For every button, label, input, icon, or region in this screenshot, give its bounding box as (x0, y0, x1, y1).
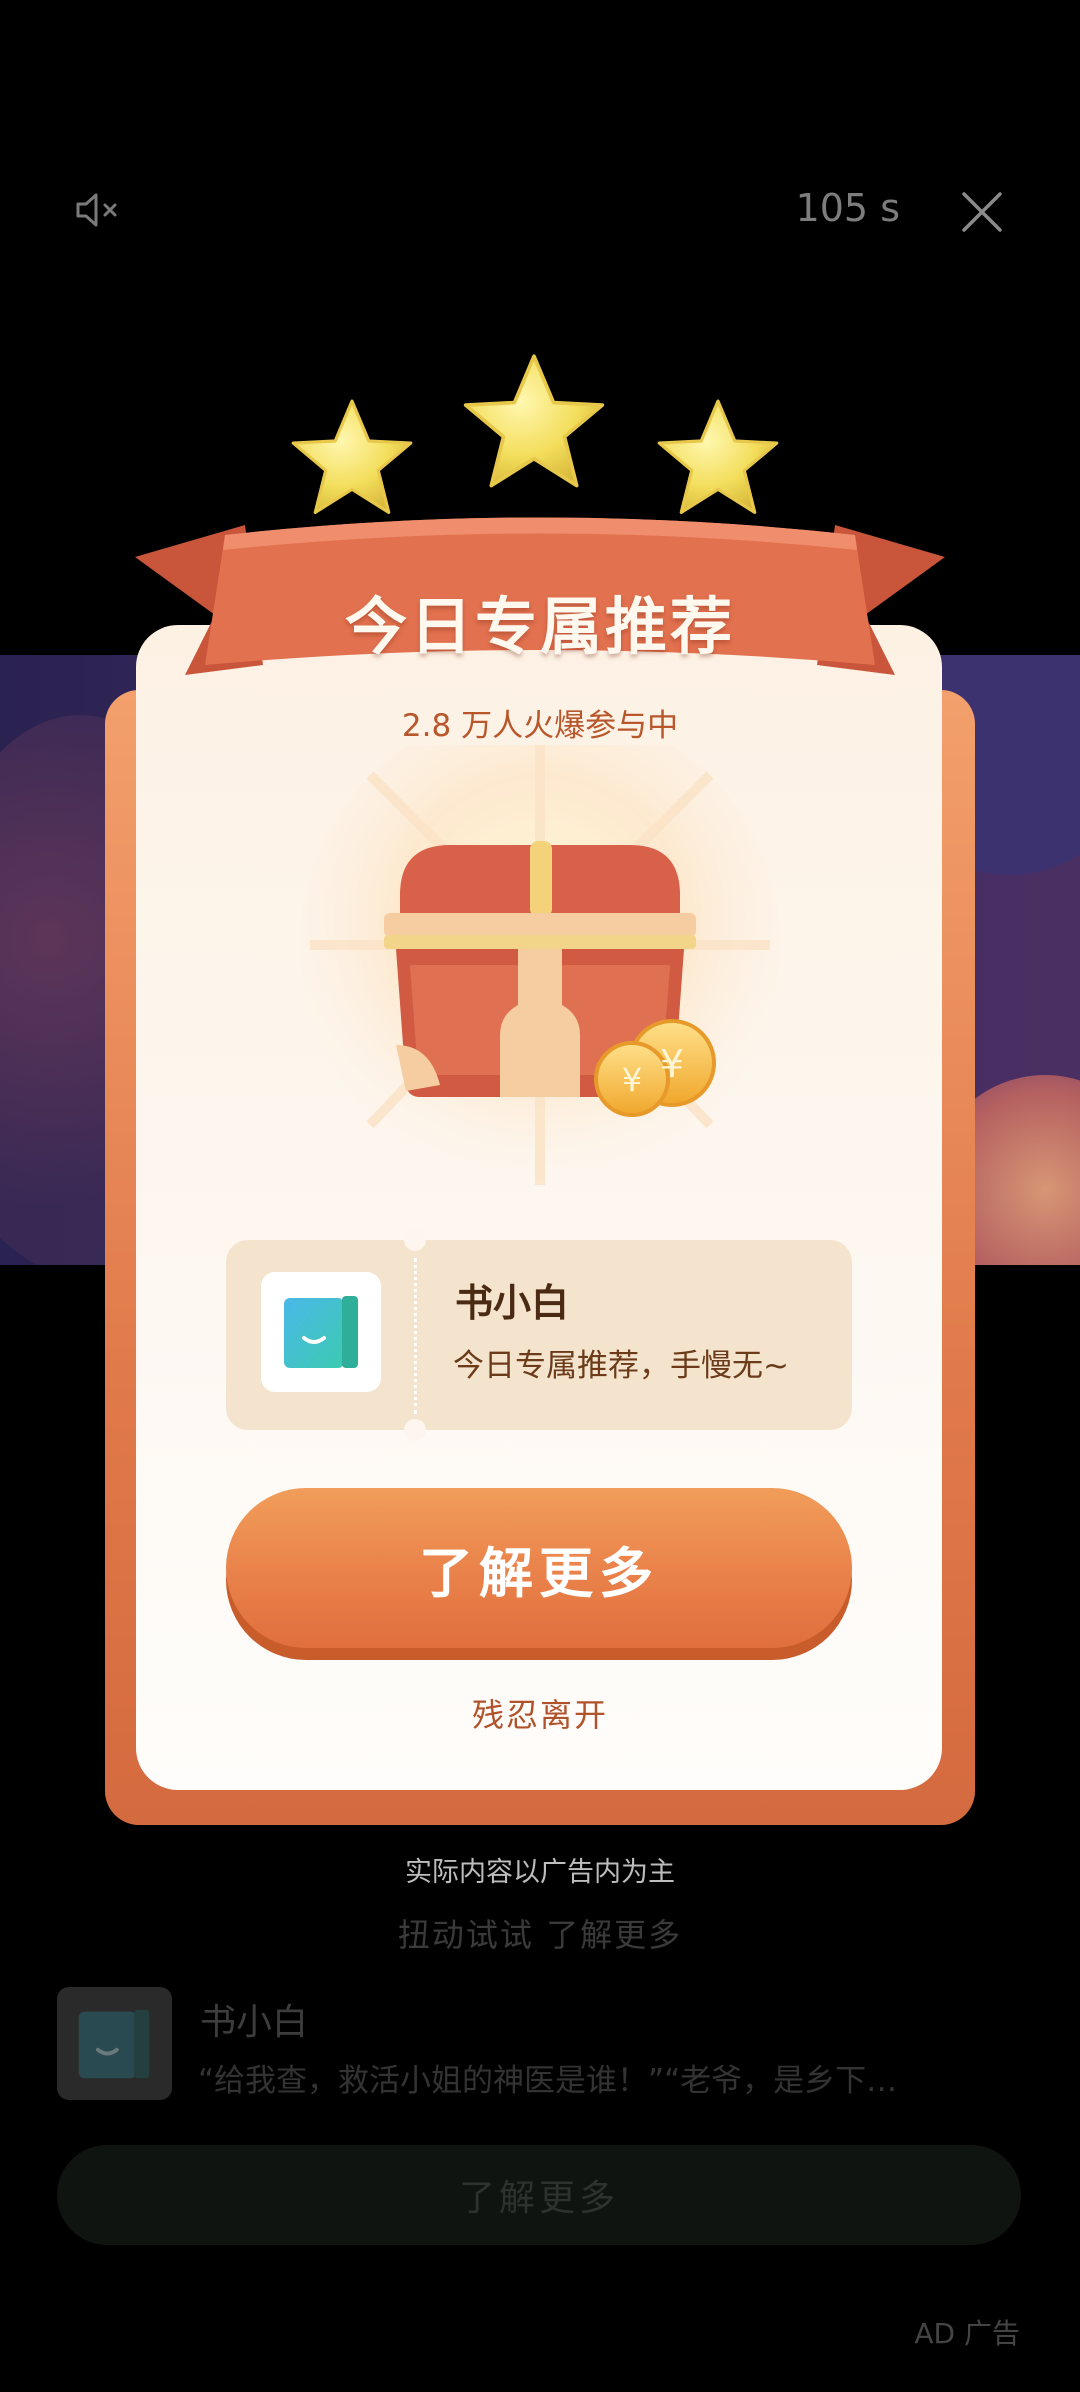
participants-subtitle: 2.8 万人火爆参与中 (401, 708, 679, 744)
stars-decoration (291, 354, 779, 514)
book-app-icon (284, 1296, 358, 1368)
ticket-notch (404, 1419, 426, 1441)
ribbon-title: 今日专属推荐 (344, 590, 735, 663)
ticket-divider (414, 1258, 417, 1414)
close-icon[interactable] (960, 190, 1004, 234)
book-app-icon (78, 2009, 150, 2079)
treasure-chest-icon: ¥ ¥ (300, 745, 780, 1185)
star-icon (291, 399, 413, 514)
star-icon (657, 399, 779, 514)
shake-hint: 扭动试试 了解更多 (397, 1916, 683, 1954)
ad-label: AD 广告 (914, 2317, 1020, 2350)
ticket-notch (404, 1229, 426, 1251)
leave-button[interactable]: 残忍离开 (380, 1690, 700, 1736)
speaker-muted-icon[interactable] (74, 190, 124, 230)
svg-text:¥: ¥ (622, 1061, 642, 1099)
star-icon (463, 354, 605, 488)
ad-disclaimer: 实际内容以广告内为主 (405, 1857, 675, 1888)
ad-learn-more-button[interactable]: 了解更多 (57, 2145, 1021, 2245)
learn-more-button[interactable]: 了解更多 (226, 1488, 852, 1648)
countdown-timer: 105 s (795, 186, 900, 230)
app-name: 书小白 (455, 1281, 570, 1325)
svg-text:¥: ¥ (660, 1042, 684, 1086)
ad-description: “给我查，救活小姐的神医是谁！”“老爷，是乡下… (198, 2063, 898, 2099)
ad-app-title: 书小白 (200, 2002, 309, 2043)
app-description: 今日专属推荐，手慢无~ (453, 1348, 789, 1384)
